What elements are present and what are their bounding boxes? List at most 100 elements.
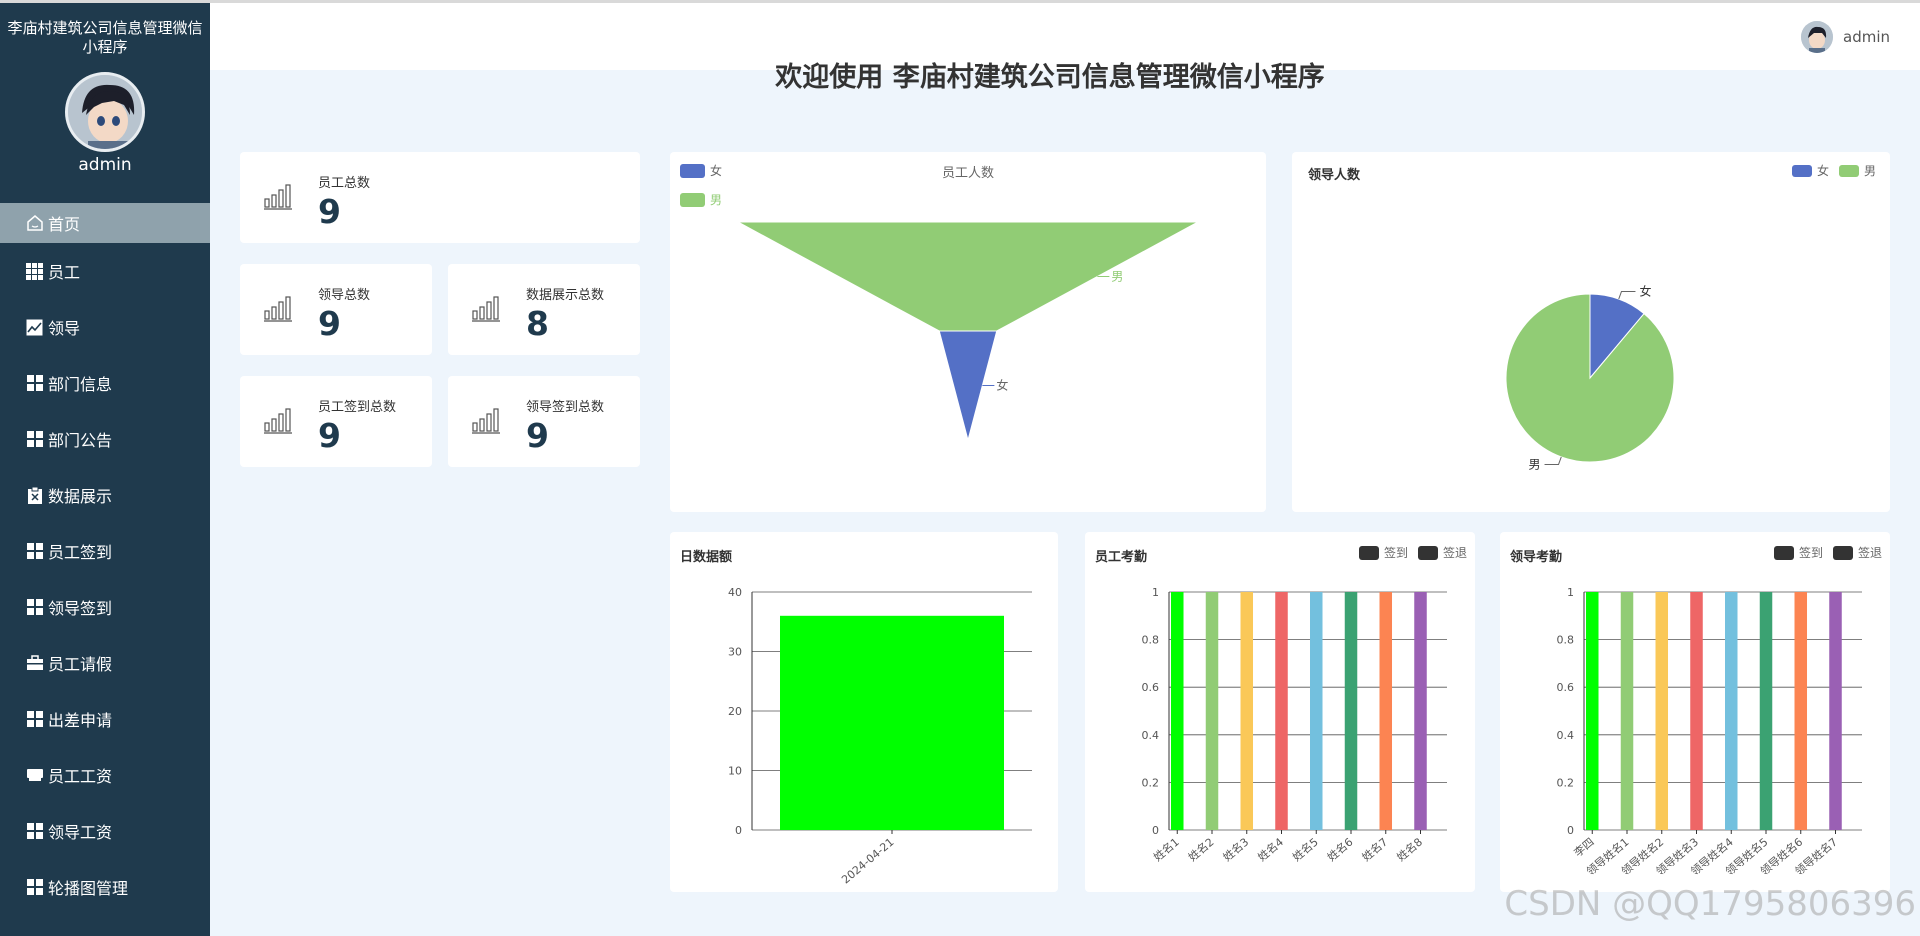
grid-icon bbox=[25, 822, 44, 841]
sidebar-item-department[interactable]: 部门信息 bbox=[0, 355, 210, 411]
leader-count-chart: 领导人数 女 男 女男 bbox=[1292, 152, 1890, 512]
sidebar-item-label: 领导工资 bbox=[48, 823, 113, 842]
stat-label: 领导签到总数 bbox=[526, 400, 605, 415]
sidebar-item-label: 员工请假 bbox=[48, 655, 113, 674]
stat-value: 9 bbox=[318, 192, 341, 231]
sidebar-item-employee-signin[interactable]: 员工签到 bbox=[0, 523, 210, 579]
bar bbox=[1414, 592, 1427, 830]
x-tick-label: 姓名7 bbox=[1359, 835, 1390, 864]
bar-plot: 00.20.40.60.81李四领导姓名1领导姓名2领导姓名3领导姓名4领导姓名… bbox=[1557, 586, 1862, 878]
stat-label: 员工签到总数 bbox=[318, 400, 397, 415]
sidebar-item-label: 领导 bbox=[48, 319, 81, 338]
stat-value: 8 bbox=[526, 304, 549, 343]
avatar-image bbox=[68, 75, 142, 149]
welcome-title: 欢迎使用 李庙村建筑公司信息管理微信小程序 bbox=[775, 62, 1325, 89]
sidebar-username: admin bbox=[78, 155, 132, 175]
bar-plot: 0 0.2 0.4 0.6 0.8 1 姓名1 姓名2 姓名3 姓名4 姓名5 姓名6 姓名7 姓名8 bbox=[1142, 586, 1447, 864]
bar bbox=[1344, 592, 1358, 830]
bar bbox=[1586, 592, 1599, 830]
sidebar-item-employee-salary[interactable]: 员工工资 bbox=[0, 747, 210, 803]
pie-label: 女 bbox=[1639, 284, 1651, 299]
y-tick-label: 0.4 bbox=[1557, 729, 1575, 742]
sidebar-item-data[interactable]: 数据展示 bbox=[0, 467, 210, 523]
header-avatar bbox=[1801, 21, 1833, 53]
grid-icon bbox=[25, 878, 44, 897]
grid-icon bbox=[25, 542, 44, 561]
bar bbox=[1725, 592, 1738, 830]
y-tick-label: 10 bbox=[728, 765, 742, 778]
sidebar-item-leave[interactable]: 员工请假 bbox=[0, 635, 210, 691]
pie-plot: 女男 bbox=[1505, 284, 1675, 471]
sidebar-item-label: 领导签到 bbox=[48, 599, 113, 618]
y-tick-label: 0.4 bbox=[1142, 729, 1160, 742]
bar-chart-icon bbox=[472, 296, 500, 322]
sidebar-item-label: 员工签到 bbox=[48, 543, 113, 562]
bar bbox=[1655, 592, 1669, 830]
bar bbox=[1759, 592, 1773, 830]
sidebar-item-leader-salary[interactable]: 领导工资 bbox=[0, 803, 210, 859]
sidebar-item-carousel[interactable]: 轮播图管理 bbox=[0, 859, 210, 915]
bar-plot: 0 10 20 30 40 2024-04-21 bbox=[728, 586, 1032, 886]
stat-value: 9 bbox=[526, 416, 549, 455]
stat-card-employee-signin-total: 员工签到总数 9 bbox=[240, 376, 432, 467]
bar bbox=[1171, 592, 1184, 830]
y-tick-label: 20 bbox=[728, 705, 742, 718]
pie-label: 男 bbox=[1529, 457, 1541, 471]
bar-chart-icon bbox=[264, 184, 292, 210]
sidebar-item-label: 部门公告 bbox=[48, 431, 113, 450]
sidebar-item-trip[interactable]: 出差申请 bbox=[0, 691, 210, 747]
employee-count-chart: 女 男 员工人数 男女 bbox=[670, 152, 1266, 512]
pie-label-line bbox=[1544, 456, 1562, 465]
grid-icon bbox=[25, 262, 44, 281]
sidebar-item-leader-signin[interactable]: 领导签到 bbox=[0, 579, 210, 635]
x-tick-label: 姓名1 bbox=[1151, 835, 1182, 864]
stat-card-leader-total: 领导总数 9 bbox=[240, 264, 432, 355]
briefcase-icon bbox=[25, 654, 44, 673]
y-tick-label: 1 bbox=[1152, 586, 1159, 599]
x-tick-label: 姓名2 bbox=[1185, 835, 1216, 864]
y-tick-label: 0.8 bbox=[1557, 634, 1575, 647]
y-tick-label: 0 bbox=[1567, 824, 1574, 837]
sidebar-item-employee[interactable]: 员工 bbox=[0, 243, 210, 299]
y-tick-label: 40 bbox=[728, 586, 742, 599]
bar bbox=[780, 615, 1004, 830]
chart-icon bbox=[25, 318, 44, 337]
funnel-segment bbox=[737, 221, 1199, 332]
stat-label: 领导总数 bbox=[318, 288, 371, 303]
bar bbox=[1379, 592, 1393, 830]
sidebar-item-label: 数据展示 bbox=[48, 487, 113, 506]
stat-card-leader-signin-total: 领导签到总数 9 bbox=[448, 376, 640, 467]
bar-chart-icon bbox=[472, 408, 500, 434]
bar bbox=[1690, 592, 1703, 830]
daily-data-chart: 日数据额 0 10 20 30 40 2024-04-21 bbox=[670, 532, 1058, 892]
x-tick-label: 姓名3 bbox=[1220, 835, 1251, 864]
bar bbox=[1240, 592, 1254, 830]
sidebar-item-label: 部门信息 bbox=[48, 375, 113, 394]
sidebar-menu: 首页 员工 领导 部门信息 部门公告 数据展示 员工签到 领导签到 员工请假 出… bbox=[0, 203, 210, 915]
grid-icon bbox=[25, 430, 44, 449]
header-user-menu[interactable]: admin bbox=[1801, 21, 1890, 53]
header-username: admin bbox=[1843, 28, 1890, 46]
bar-chart-icon bbox=[264, 408, 292, 434]
sidebar-item-home[interactable]: 首页 bbox=[0, 203, 210, 243]
stat-value: 9 bbox=[318, 304, 341, 343]
leader-attendance-chart: 领导考勤 签到 签退 0 0.2 0.4 0.6 0.8 1 李四 领导姓名1 领导姓名2 领导姓… bbox=[1500, 532, 1890, 892]
bar-chart-icon bbox=[264, 296, 292, 322]
y-tick-label: 0.8 bbox=[1142, 634, 1160, 647]
y-tick-label: 0 bbox=[735, 824, 742, 837]
y-tick-label: 0 bbox=[1152, 824, 1159, 837]
stat-card-data-total: 数据展示总数 8 bbox=[448, 264, 640, 355]
y-tick-label: 0.6 bbox=[1142, 681, 1160, 694]
funnel-label: 女 bbox=[996, 378, 1008, 393]
pie-label-line bbox=[1618, 291, 1636, 300]
wallet-icon bbox=[25, 766, 44, 785]
sidebar-item-leader[interactable]: 领导 bbox=[0, 299, 210, 355]
y-tick-label: 30 bbox=[728, 646, 742, 659]
sidebar-item-notice[interactable]: 部门公告 bbox=[0, 411, 210, 467]
y-tick-label: 1 bbox=[1567, 586, 1574, 599]
stat-card-employee-total: 员工总数 9 bbox=[240, 152, 640, 243]
avatar[interactable] bbox=[65, 72, 145, 152]
bar bbox=[1275, 592, 1288, 830]
sidebar: 李庙村建筑公司信息管理微信小程序 admin 首页 员工 领导 部门信息 部门公… bbox=[0, 3, 210, 936]
stat-value: 9 bbox=[318, 416, 341, 455]
